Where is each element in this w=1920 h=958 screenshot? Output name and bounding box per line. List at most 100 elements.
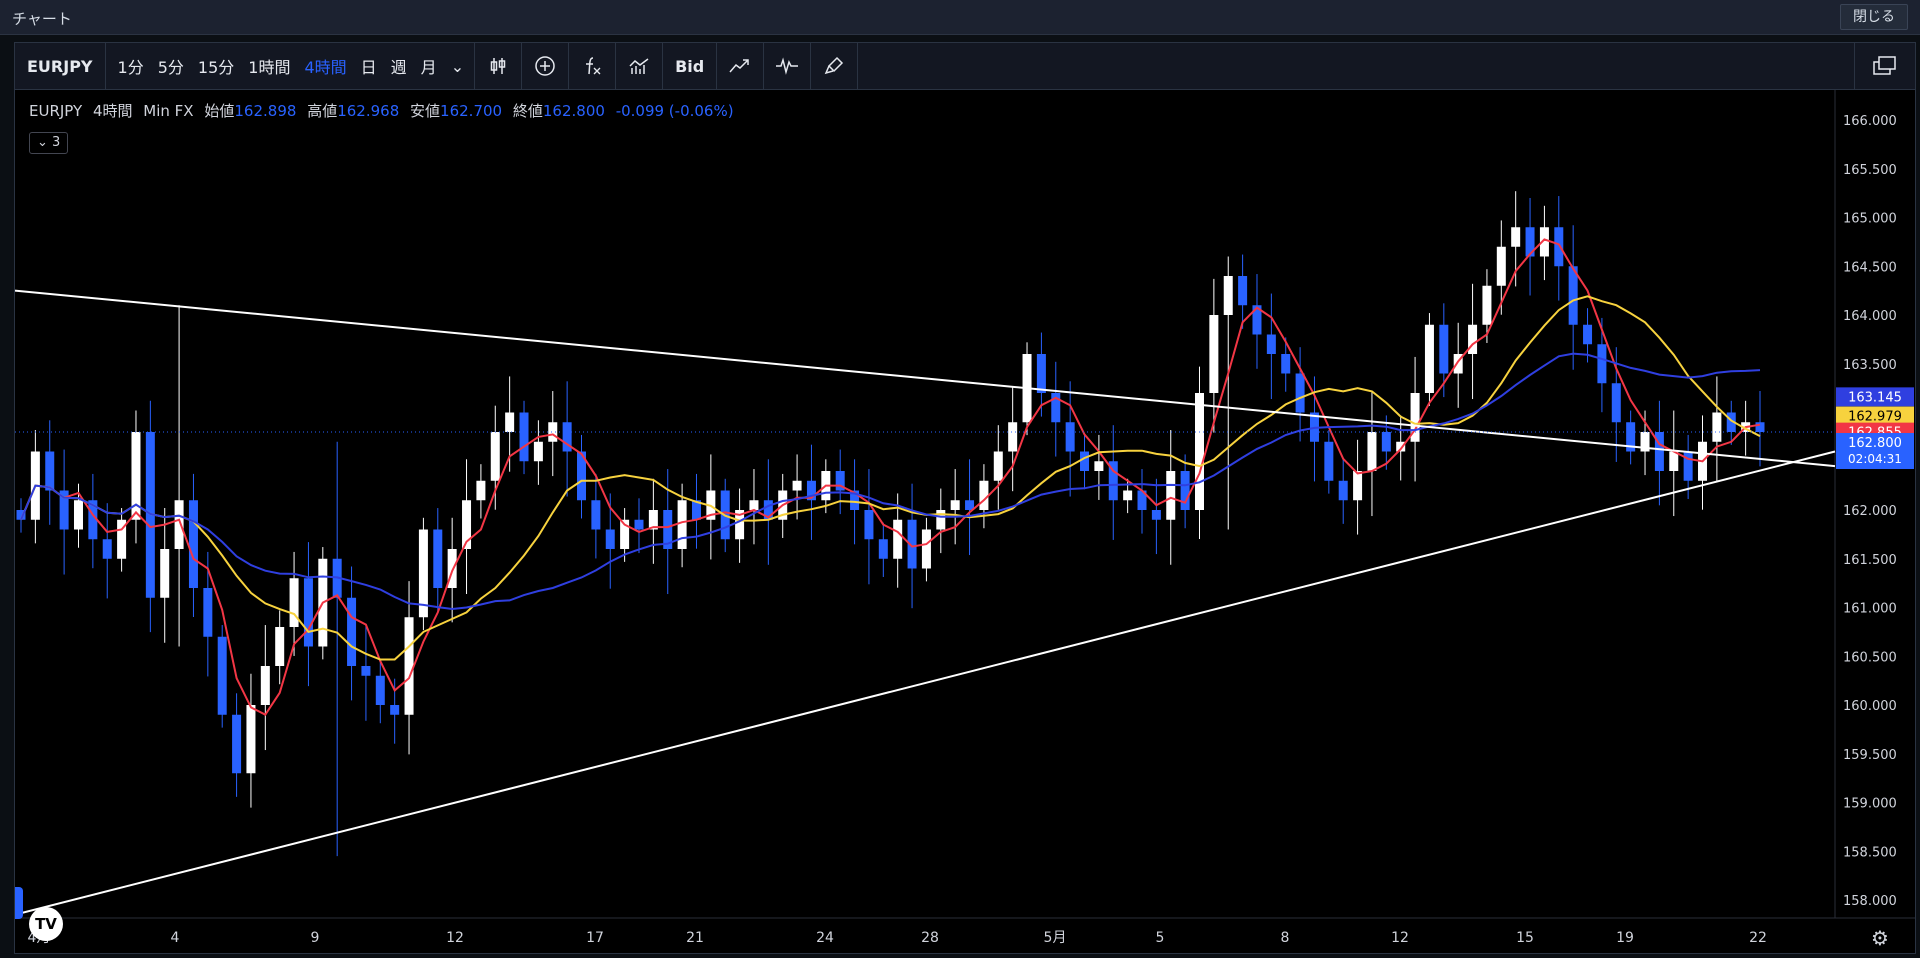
y-tick-label: 165.000 xyxy=(1843,212,1897,227)
candle-body xyxy=(1209,315,1219,393)
candle-body xyxy=(490,432,500,481)
legend-high: 162.968 xyxy=(337,102,400,120)
candle-body xyxy=(188,500,198,588)
candle-body xyxy=(1080,451,1090,471)
x-tick-label: 8 xyxy=(1281,930,1290,946)
bid-button[interactable]: Bid xyxy=(663,43,718,89)
y-tick-label: 158.500 xyxy=(1843,845,1897,860)
candle-body xyxy=(792,480,802,491)
candle-body xyxy=(1683,451,1693,481)
candle-body xyxy=(993,451,1003,481)
settings-gear-icon[interactable]: ⚙ xyxy=(1871,926,1889,950)
legend-symbol: EURJPY xyxy=(29,102,83,120)
y-tick-label: 164.000 xyxy=(1843,309,1897,324)
timeframe-1m[interactable]: 1分 xyxy=(106,43,151,89)
candle-body xyxy=(1065,422,1075,452)
candle-body xyxy=(232,714,242,774)
y-tick-label: 163.500 xyxy=(1843,358,1897,373)
windows-icon[interactable] xyxy=(1854,43,1915,89)
candle-body xyxy=(1180,471,1190,510)
timeframe-1h[interactable]: 1時間 xyxy=(241,43,297,89)
price-label-last: 162.800 xyxy=(1848,436,1902,451)
candle-body xyxy=(1281,354,1291,374)
tradingview-logo: TV xyxy=(29,907,63,941)
oscillator-icon[interactable] xyxy=(764,43,812,89)
legend-high-label: 高値 xyxy=(307,102,338,120)
candle-body xyxy=(1583,324,1593,345)
candle-body xyxy=(921,529,931,569)
x-tick-label: 4 xyxy=(171,930,180,946)
chart-frame: EURJPY 1分 5分 15分 1時間 4時間 日 週 月 ⌄ Bid 158… xyxy=(14,42,1916,954)
price-label-countdown: 02:04:31 xyxy=(1848,452,1902,466)
ohlc-legend: EURJPY 4時間 Min FX 始値162.898 高値162.968 安値… xyxy=(29,100,734,121)
candles-icon[interactable] xyxy=(475,43,523,89)
chart-type-icon[interactable] xyxy=(616,43,664,89)
candle-body xyxy=(1482,285,1492,325)
candle-body xyxy=(1381,432,1391,452)
candle-body xyxy=(950,500,960,510)
candle-body xyxy=(893,519,903,559)
brush-icon[interactable] xyxy=(811,43,859,89)
timeframe-4h[interactable]: 4時間 xyxy=(297,43,353,89)
price-label-ma_slow: 163.145 xyxy=(1848,390,1902,405)
close-button[interactable]: 閉じる xyxy=(1840,4,1908,30)
add-compare-icon[interactable] xyxy=(522,43,570,89)
timeframe-15m[interactable]: 15分 xyxy=(191,43,241,89)
y-tick-label: 165.500 xyxy=(1843,163,1897,178)
trendline-upper xyxy=(15,289,1836,468)
candle-body xyxy=(390,705,400,715)
candle-body xyxy=(677,500,687,549)
y-tick-label: 160.500 xyxy=(1843,650,1897,665)
legend-open-label: 始値 xyxy=(204,102,235,120)
candle-body xyxy=(864,510,874,540)
trend-icon[interactable] xyxy=(717,43,765,89)
y-tick-label: 160.000 xyxy=(1843,699,1897,714)
candle-body xyxy=(45,451,55,491)
price-chart[interactable]: 158.000 158.500 159.000 159.500 160.000 160.5… xyxy=(15,90,1915,953)
x-tick-label: 5月 xyxy=(1044,930,1067,946)
y-tick-label: 166.000 xyxy=(1843,114,1897,129)
x-tick-label: 24 xyxy=(816,930,834,946)
y-tick-label: 161.000 xyxy=(1843,602,1897,617)
legend-open: 162.898 xyxy=(234,102,297,120)
candle-body xyxy=(1266,334,1276,354)
price-label-ma_mid: 162.979 xyxy=(1848,410,1902,425)
timeframe-5m[interactable]: 5分 xyxy=(151,43,191,89)
candle-body xyxy=(1223,276,1233,315)
legend-low: 162.700 xyxy=(440,102,503,120)
y-tick-label: 161.500 xyxy=(1843,553,1897,568)
timeframe-dropdown-icon[interactable]: ⌄ xyxy=(444,43,476,89)
y-tick-label: 159.000 xyxy=(1843,797,1897,812)
indicator-toggle-button[interactable]: ⌄ 3 xyxy=(29,132,69,154)
timeframe-day[interactable]: 日 xyxy=(354,43,384,89)
legend-low-label: 安値 xyxy=(410,102,441,120)
y-tick-label: 164.500 xyxy=(1843,260,1897,275)
timeframe-week[interactable]: 週 xyxy=(384,43,414,89)
candle-body xyxy=(275,627,285,666)
x-tick-label: 15 xyxy=(1516,930,1534,946)
candle-body xyxy=(1166,471,1176,520)
legend-source: Min FX xyxy=(143,102,194,120)
candle-body xyxy=(1194,393,1204,510)
indicators-icon[interactable] xyxy=(569,43,617,89)
candle-body xyxy=(605,529,615,549)
candle-body xyxy=(878,539,888,559)
candle-body xyxy=(1324,441,1334,481)
candle-body xyxy=(361,666,371,676)
side-panel-tab[interactable] xyxy=(15,887,23,919)
timeframe-month[interactable]: 月 xyxy=(414,43,444,89)
y-tick-label: 162.000 xyxy=(1843,504,1897,519)
window-title: チャート xyxy=(12,10,72,28)
candle-body xyxy=(260,666,270,705)
legend-close-label: 終値 xyxy=(512,102,543,120)
chart-area[interactable]: 158.000 158.500 159.000 159.500 160.000 160.5… xyxy=(15,90,1915,953)
x-tick-label: 28 xyxy=(921,930,939,946)
candle-body xyxy=(1424,324,1434,393)
candle-body xyxy=(1496,246,1506,286)
symbol-button[interactable]: EURJPY xyxy=(15,43,106,89)
chart-toolbar: EURJPY 1分 5分 15分 1時間 4時間 日 週 月 ⌄ Bid xyxy=(15,43,1915,90)
x-tick-label: 17 xyxy=(586,930,604,946)
candle-body xyxy=(375,675,385,705)
x-tick-label: 9 xyxy=(311,930,320,946)
candle-body xyxy=(102,539,112,559)
